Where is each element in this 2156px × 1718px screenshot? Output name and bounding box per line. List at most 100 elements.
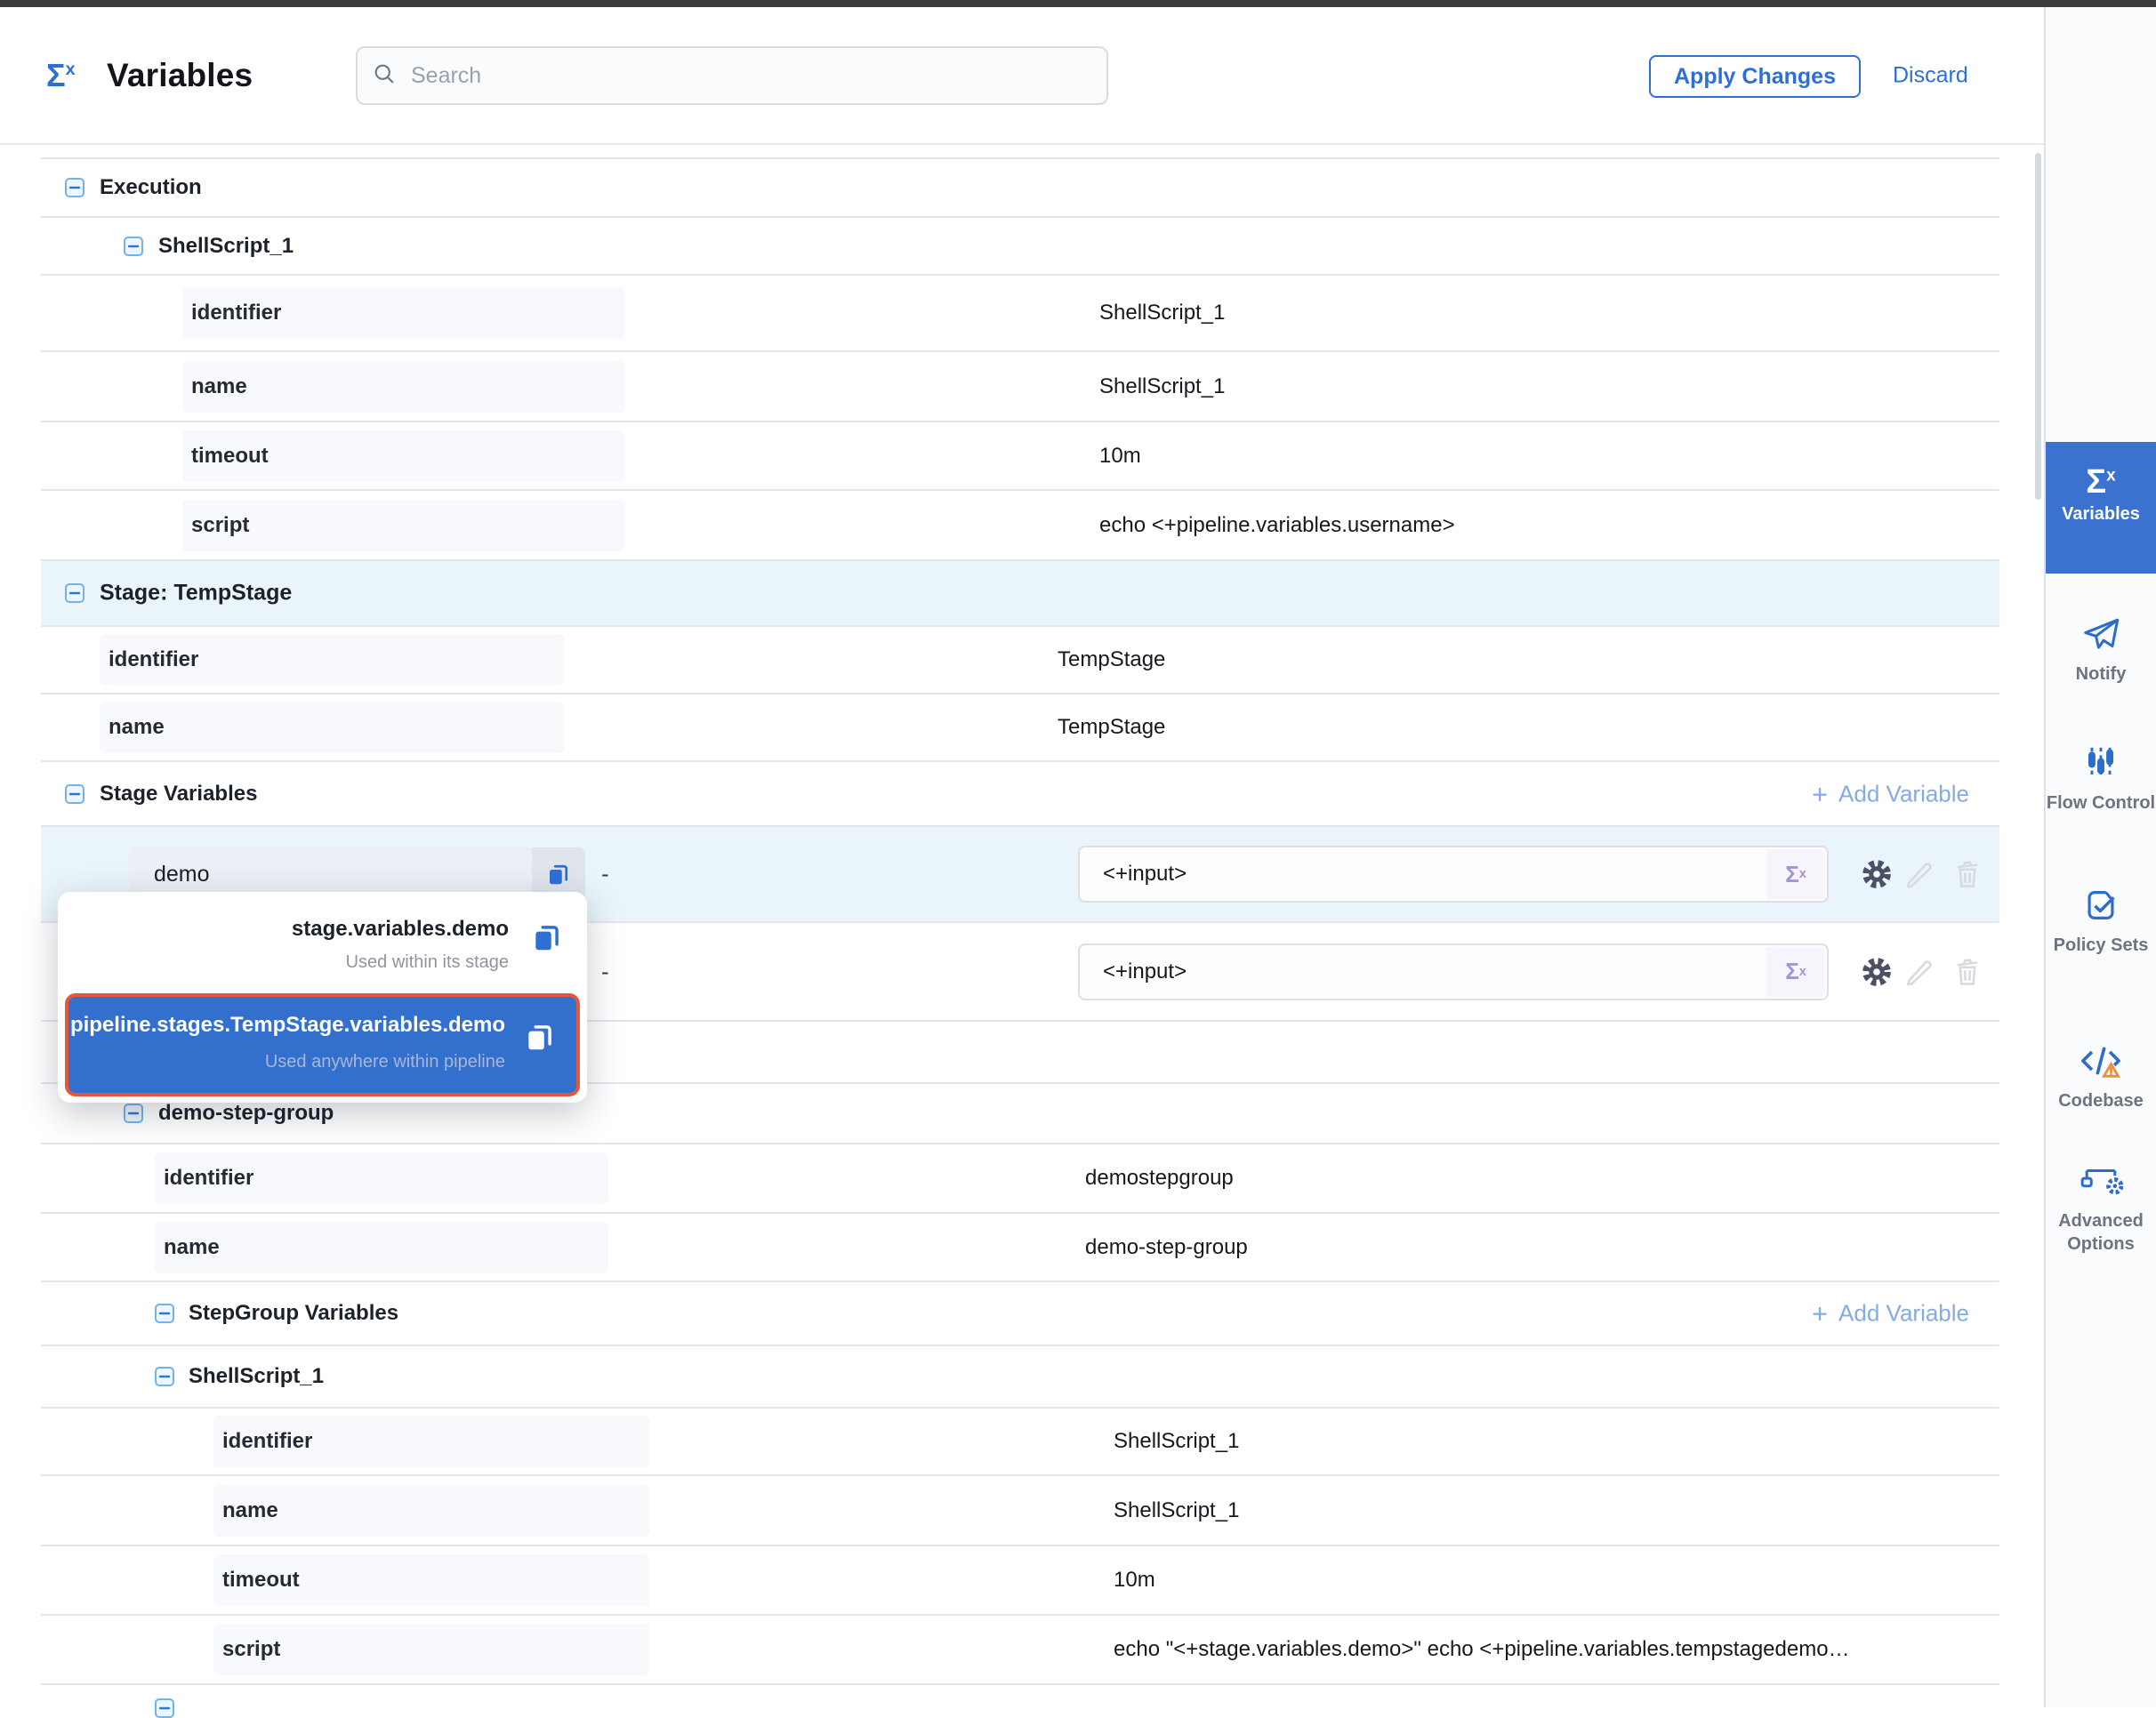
field-value: TempStage (1058, 715, 1165, 740)
table-row: timeout 10m (41, 1546, 1999, 1616)
variable-value-text: <+input> (1080, 862, 1187, 887)
sidebar-item-policy-sets[interactable]: Policy Sets (2046, 885, 2156, 957)
search-icon (372, 61, 397, 91)
sidebar-item-variables[interactable]: ΣxVariables (2046, 442, 2156, 574)
collapse-icon[interactable] (155, 1304, 174, 1323)
plus-icon: + (1812, 780, 1828, 807)
field-name-chip: identifier (100, 634, 564, 686)
send-icon (2079, 643, 2123, 658)
right-sidebar: ΣxVariables Notify Flow Control Policy Sets… (2044, 7, 2156, 1707)
field-value: demo-step-group (1085, 1235, 1248, 1260)
collapse-icon[interactable] (124, 237, 143, 256)
delete-trash-icon[interactable] (1948, 855, 1987, 894)
variable-reference-path: stage.variables.demo (292, 917, 509, 942)
collapse-icon[interactable] (65, 583, 84, 603)
sidebar-item-codebase[interactable]: Codebase (2046, 1040, 2156, 1112)
field-name-chip: name (100, 702, 564, 753)
advanced-options-icon (2079, 1190, 2123, 1205)
table-row: ShellScript_1 (41, 1346, 1999, 1409)
field-name-chip: timeout (182, 430, 625, 482)
table-row: identifier ShellScript_1 (41, 1409, 1999, 1476)
required-mark: - (601, 861, 609, 888)
table-row: timeout 10m (41, 422, 1999, 491)
copy-icon[interactable] (530, 920, 564, 959)
sidebar-item-label: Flow Control (2046, 791, 2156, 815)
field-name-chip: timeout (213, 1554, 649, 1606)
edit-pencil-icon[interactable] (1900, 952, 1939, 991)
field-value: ShellScript_1 (1114, 1498, 1239, 1523)
table-row: name ShellScript_1 (41, 352, 1999, 422)
collapse-icon[interactable] (155, 1698, 174, 1718)
settings-gear-icon[interactable] (1857, 952, 1896, 991)
field-value: echo <+pipeline.variables.username> (1099, 513, 1455, 538)
delete-trash-icon[interactable] (1948, 952, 1987, 991)
field-name-chip: identifier (213, 1416, 649, 1467)
table-row: ShellScript_1 (41, 218, 1999, 276)
sigma-x-icon: Σx (46, 60, 76, 92)
field-name-chip: identifier (155, 1152, 608, 1204)
scrollbar-thumb[interactable] (2035, 153, 2041, 500)
add-variable-label: Add Variable (1838, 780, 1969, 807)
field-name-chip: identifier (182, 287, 625, 339)
panel-header: Σx Variables Apply Changes Discard (0, 7, 2044, 145)
add-variable-button[interactable]: +Add Variable (1812, 1300, 1969, 1328)
table-row: Stage Variables+Add Variable (41, 762, 1999, 827)
variable-reference-option[interactable]: stage.variables.demoUsed within its stag… (58, 892, 587, 991)
codebase-warning-icon (2079, 1070, 2123, 1085)
add-variable-label: Add Variable (1838, 1300, 1969, 1328)
window-top-bar (0, 0, 2156, 7)
table-row: identifier ShellScript_1 (41, 276, 1999, 352)
sidebar-item-flow-control[interactable]: Flow Control (2046, 743, 2156, 815)
expression-sigma-icon[interactable]: Σx (1766, 947, 1825, 997)
discard-button[interactable]: Discard (1893, 62, 1968, 88)
page-title: Variables (107, 57, 253, 94)
field-value: ShellScript_1 (1099, 374, 1225, 399)
apply-changes-button[interactable]: Apply Changes (1649, 55, 1861, 98)
settings-gear-icon[interactable] (1857, 855, 1896, 894)
search-input[interactable] (409, 62, 1092, 90)
policy-sets-icon (2080, 914, 2121, 929)
variables-panel-page: { "header": { "logo": "Σ", "logo_sup": "… (0, 0, 2156, 1707)
sidebar-item-advanced-options[interactable]: Advanced Options (2046, 1160, 2156, 1256)
required-mark: - (601, 958, 609, 985)
field-name-chip: name (182, 361, 625, 413)
table-row: identifier TempStage (41, 627, 1999, 694)
variable-reference-option[interactable]: pipeline.stages.TempStage.variables.demo… (65, 993, 580, 1096)
table-row: StepGroup Variables+Add Variable (41, 1282, 1999, 1346)
add-variable-button[interactable]: + Add Variable (1812, 780, 1969, 807)
table-row: identifier demostepgroup (41, 1144, 1999, 1214)
collapse-icon[interactable] (65, 178, 84, 197)
field-value: 10m (1114, 1568, 1155, 1593)
sidebar-item-label: Advanced Options (2046, 1209, 2156, 1256)
table-row: namedemo-step-group (41, 1214, 1999, 1282)
section-label: demo-step-group (158, 1101, 334, 1126)
collapse-icon[interactable] (155, 1367, 174, 1386)
variable-value-text: <+input> (1080, 959, 1187, 984)
copy-icon[interactable] (523, 1020, 557, 1058)
sidebar-item-label: Variables (2046, 504, 2156, 525)
field-value: TempStage (1058, 647, 1165, 672)
field-value: ShellScript_1 (1099, 301, 1225, 325)
section-label: Stage: TempStage (100, 581, 292, 606)
variable-value-input[interactable]: <+input> Σx (1078, 943, 1829, 1000)
sidebar-item-label: Notify (2046, 662, 2156, 686)
expression-sigma-icon[interactable]: Σx (1766, 849, 1825, 899)
sidebar-item-label: Policy Sets (2046, 934, 2156, 957)
edit-pencil-icon[interactable] (1900, 855, 1939, 894)
table-row: Stage: TempStage (41, 561, 1999, 627)
section-label: ShellScript_1 (189, 1364, 324, 1389)
field-name-chip: name (213, 1485, 649, 1537)
variable-reference-popup: stage.variables.demoUsed within its stag… (58, 892, 587, 1103)
field-value: 10m (1099, 444, 1141, 469)
collapse-icon[interactable] (124, 1104, 143, 1123)
section-label: ShellScript_1 (158, 234, 294, 259)
table-row: scriptecho <+pipeline.variables.username… (41, 491, 1999, 561)
field-value: ShellScript_1 (1114, 1429, 1239, 1454)
field-value: demostepgroup (1085, 1166, 1234, 1191)
table-row: scriptecho "<+stage.variables.demo>" ech… (41, 1616, 1999, 1685)
search-box[interactable] (356, 46, 1108, 105)
sidebar-item-notify[interactable]: Notify (2046, 614, 2156, 686)
variable-value-input[interactable]: <+input> Σx (1078, 846, 1829, 903)
sidebar-item-label: Codebase (2046, 1089, 2156, 1112)
collapse-icon[interactable] (65, 784, 84, 804)
